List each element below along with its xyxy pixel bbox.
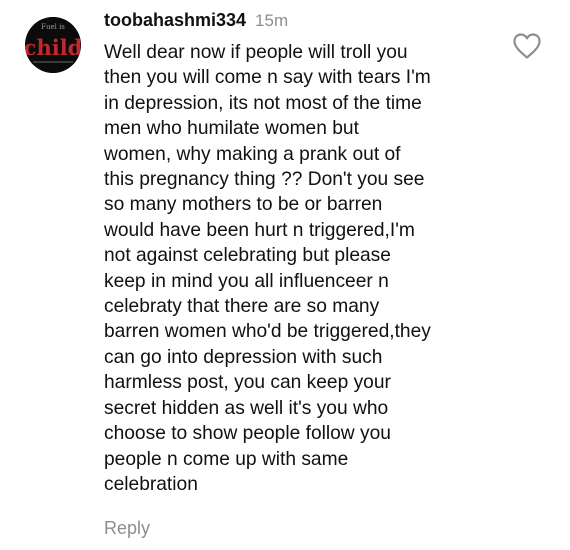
comment-text-line: celebration <box>104 473 198 495</box>
heart-outline-icon <box>513 33 541 59</box>
comment-item: Fuel is child toobahashmi334 15m Well de… <box>0 0 570 550</box>
comment-text-line: Well dear now if people will troll you <box>104 42 408 63</box>
comment-text-line: choose to show people follow you <box>104 423 391 445</box>
like-button[interactable] <box>512 32 542 60</box>
comment-text-line: people n come up with same <box>104 448 349 470</box>
comment-text-line: harmless post, you can keep your <box>104 372 391 394</box>
avatar-logo-image: Fuel is child <box>25 17 81 73</box>
comment-text-line: keep in mind you all influenceer n <box>104 270 389 292</box>
comment-header: toobahashmi334 15m <box>104 10 288 34</box>
reply-button[interactable]: Reply <box>104 518 150 539</box>
comment-text-line: this pregnancy thing ?? Don't you see <box>104 169 425 191</box>
comment-text-line: men who humilate women but <box>104 118 359 140</box>
comment-text-line: women, why making a prank out of <box>104 143 401 165</box>
comment-text-line: in depression, its not most of the time <box>104 92 422 114</box>
comment-text-line: barren women who'd be triggered,they <box>104 321 431 343</box>
comment-text-line: would have been hurt n triggered,I'm <box>104 219 415 241</box>
avatar-logo-text: child <box>25 35 81 60</box>
comment-text-line: celebraty that there are so many <box>104 296 380 318</box>
avatar[interactable]: Fuel is child <box>25 17 81 73</box>
comment-timestamp: 15m <box>255 11 289 30</box>
comment-text-line: so many mothers to be or barren <box>104 194 383 216</box>
comment-text-line: not against celebrating but please <box>104 245 391 267</box>
comment-text-line: can go into depression with such <box>104 346 383 368</box>
comment-text-line: secret hidden as well it's you who <box>104 397 389 419</box>
username-link[interactable]: toobahashmi334 <box>104 10 246 31</box>
comment-text: Well dear now if people will troll you th… <box>104 40 524 497</box>
svg-text:Fuel is: Fuel is <box>41 23 65 31</box>
comment-text-line: then you will come n say with tears I'm <box>104 67 431 89</box>
